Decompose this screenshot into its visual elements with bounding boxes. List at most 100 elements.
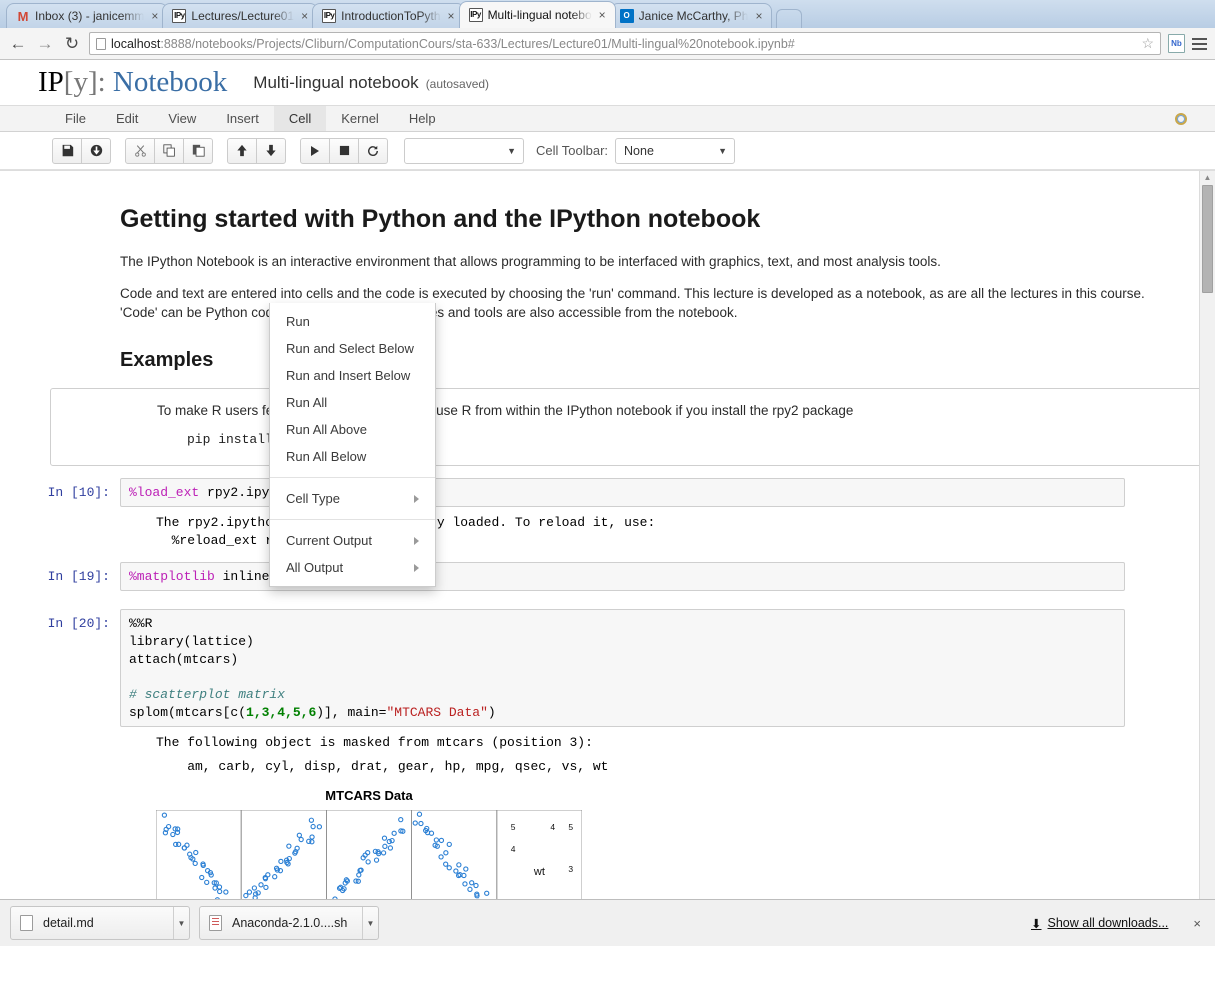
menu-edit[interactable]: Edit	[101, 106, 153, 131]
move-cell-up-icon[interactable]	[227, 137, 257, 164]
markdown-cell-selected[interactable]: To make R users feel at home, it is poss…	[50, 387, 1215, 466]
menu-item-run-all[interactable]: Run All	[270, 389, 435, 416]
browser-tabstrip: M Inbox (3) - janicemm × IPy Lectures/Le…	[0, 0, 1215, 28]
menu-item-run[interactable]: Run	[270, 308, 435, 335]
forward-icon[interactable]: →	[35, 35, 55, 52]
page-title: Getting started with Python and the IPyt…	[120, 205, 761, 233]
tab-close-icon[interactable]: ×	[446, 9, 457, 23]
reload-icon[interactable]: ↻	[62, 35, 82, 52]
menu-item-all-output[interactable]: All Output	[270, 554, 435, 581]
download-item-1[interactable]: Anaconda-2.1.0....sh ▼	[199, 906, 379, 940]
ipython-logo[interactable]: IP[y]: Notebook	[38, 66, 227, 99]
close-download-bar-icon[interactable]: ×	[1193, 916, 1201, 931]
r-attach-line: attach(mtcars)	[129, 651, 239, 667]
address-bar[interactable]: localhost:8888/notebooks/Projects/Clibur…	[89, 32, 1161, 55]
code-cell-20[interactable]: In [20]: %%R library(lattice) attach(mtc…	[36, 609, 1147, 728]
url-host: localhost	[111, 36, 161, 51]
menu-item-label: Run All Below	[286, 449, 367, 464]
paste-cell-icon[interactable]	[183, 137, 213, 164]
tab-title: Janice McCarthy, Ph	[638, 9, 749, 23]
cell-prompt: In [19]:	[47, 568, 110, 584]
ipython-icon: IPy	[172, 9, 187, 23]
r-splom-nums: 1,3,4,5,6	[246, 704, 317, 720]
menu-cell[interactable]: Cell	[273, 106, 327, 131]
submenu-arrow-icon	[414, 536, 419, 545]
r-comment-line: # scatterplot matrix	[129, 687, 286, 703]
new-tab-button[interactable]	[776, 9, 803, 28]
menu-item-run-all-above[interactable]: Run All Above	[270, 416, 435, 443]
menu-kernel[interactable]: Kernel	[326, 106, 394, 131]
code-input[interactable]: %%R library(lattice) attach(mtcars) # sc…	[120, 609, 1125, 728]
menu-item-run-and-select-below[interactable]: Run and Select Below	[270, 335, 435, 362]
run-cell-icon[interactable]	[300, 137, 330, 164]
cell-output-20-line2: am, carb, cyl, disp, drat, gear, hp, mpg…	[156, 759, 609, 775]
cell-toolbar-label: Cell Toolbar:	[536, 143, 609, 158]
show-all-downloads-label: Show all downloads...	[1047, 916, 1169, 930]
script-file-icon	[209, 915, 222, 931]
back-icon[interactable]: ←	[8, 35, 28, 52]
autosave-status: (autosaved)	[425, 76, 490, 91]
code-cell-10[interactable]: In [10]: %load_ext rpy2.ipython	[36, 477, 1147, 508]
scrollbar-thumb[interactable]	[1202, 185, 1213, 293]
menu-view[interactable]: View	[153, 106, 211, 131]
restart-kernel-icon[interactable]	[358, 137, 388, 164]
svg-text:5: 5	[511, 822, 516, 832]
notebook-vertical-scrollbar[interactable]: ▲	[1199, 171, 1215, 946]
browser-tab-0[interactable]: M Inbox (3) - janicemm ×	[6, 3, 169, 28]
menu-item-run-all-below[interactable]: Run All Below	[270, 443, 435, 470]
code-cell-19[interactable]: In [19]: %matplotlib inline	[36, 561, 1147, 592]
run-button-group	[300, 137, 388, 164]
menu-item-current-output[interactable]: Current Output	[270, 527, 435, 554]
tab-close-icon[interactable]: ×	[299, 9, 310, 23]
cell-type-select[interactable]: ▼	[404, 137, 524, 164]
bookmark-star-icon[interactable]: ☆	[1141, 35, 1154, 52]
tab-close-icon[interactable]: ×	[149, 9, 160, 23]
notebook-extension-icon[interactable]: Nb	[1168, 34, 1185, 53]
browser-chrome: M Inbox (3) - janicemm × IPy Lectures/Le…	[0, 0, 1215, 60]
save-icon[interactable]	[52, 137, 82, 164]
menu-insert[interactable]: Insert	[211, 106, 274, 131]
url-text: localhost:8888/notebooks/Projects/Clibur…	[111, 37, 795, 51]
download-item-0[interactable]: detail.md ▼	[10, 906, 190, 940]
text-file-icon	[20, 915, 33, 931]
interrupt-kernel-icon[interactable]	[329, 137, 359, 164]
cell-menu-dropdown[interactable]: Run Run and Select Below Run and Insert …	[269, 303, 436, 587]
notebook-title[interactable]: Multi-lingual notebook	[253, 73, 418, 93]
menu-item-run-and-insert-below[interactable]: Run and Insert Below	[270, 362, 435, 389]
menu-item-label: Run and Insert Below	[286, 368, 411, 383]
menu-item-label: Run All	[286, 395, 328, 410]
menu-item-cell-type[interactable]: Cell Type	[270, 485, 435, 512]
chevron-down-icon[interactable]: ▼	[173, 907, 189, 939]
r-splom-post: )	[487, 704, 496, 720]
show-all-downloads-link[interactable]: ⬇ Show all downloads...	[1031, 916, 1168, 931]
browser-tab-4[interactable]: O Janice McCarthy, Ph ×	[609, 3, 773, 28]
browser-tab-2[interactable]: IPy IntroductionToPyth ×	[312, 3, 465, 28]
page-info-icon[interactable]	[96, 37, 106, 50]
insert-cell-below-icon[interactable]	[81, 137, 111, 164]
browser-tab-1[interactable]: IPy Lectures/Lecture01 ×	[162, 3, 319, 28]
download-file-name: Anaconda-2.1.0....sh	[232, 916, 348, 930]
ipython-header: IP[y]: Notebook Multi-lingual notebook (…	[0, 60, 1215, 105]
tab-title: Multi-lingual notebo	[487, 8, 592, 22]
download-bar: detail.md ▼ Anaconda-2.1.0....sh ▼ ⬇ Sho…	[0, 899, 1215, 946]
notebook-menubar: File Edit View Insert Cell Kernel Help	[0, 105, 1215, 132]
logo-ip: IP	[38, 66, 64, 98]
menu-file[interactable]: File	[50, 106, 101, 131]
chevron-down-icon[interactable]: ▼	[362, 907, 378, 939]
menu-help[interactable]: Help	[394, 106, 451, 131]
r-splom-string: "MTCARS Data"	[386, 704, 488, 720]
cell-toolbar-value: None	[624, 143, 654, 158]
cell-output-20-line1: The following object is masked from mtca…	[156, 735, 593, 751]
browser-tab-3-active[interactable]: IPy Multi-lingual notebo ×	[458, 1, 616, 28]
copy-cell-icon[interactable]	[154, 137, 184, 164]
tab-close-icon[interactable]: ×	[597, 8, 608, 22]
menu-item-label: Cell Type	[286, 491, 340, 506]
tab-close-icon[interactable]: ×	[753, 9, 764, 23]
move-cell-down-icon[interactable]	[256, 137, 286, 164]
cell-toolbar-select[interactable]: None ▼	[615, 137, 736, 164]
menu-item-label: Current Output	[286, 533, 372, 548]
scroll-up-arrow-icon[interactable]: ▲	[1200, 171, 1215, 185]
tab-title: Lectures/Lecture01	[191, 9, 295, 23]
cut-cell-icon[interactable]	[125, 137, 155, 164]
browser-menu-icon[interactable]	[1192, 37, 1207, 50]
